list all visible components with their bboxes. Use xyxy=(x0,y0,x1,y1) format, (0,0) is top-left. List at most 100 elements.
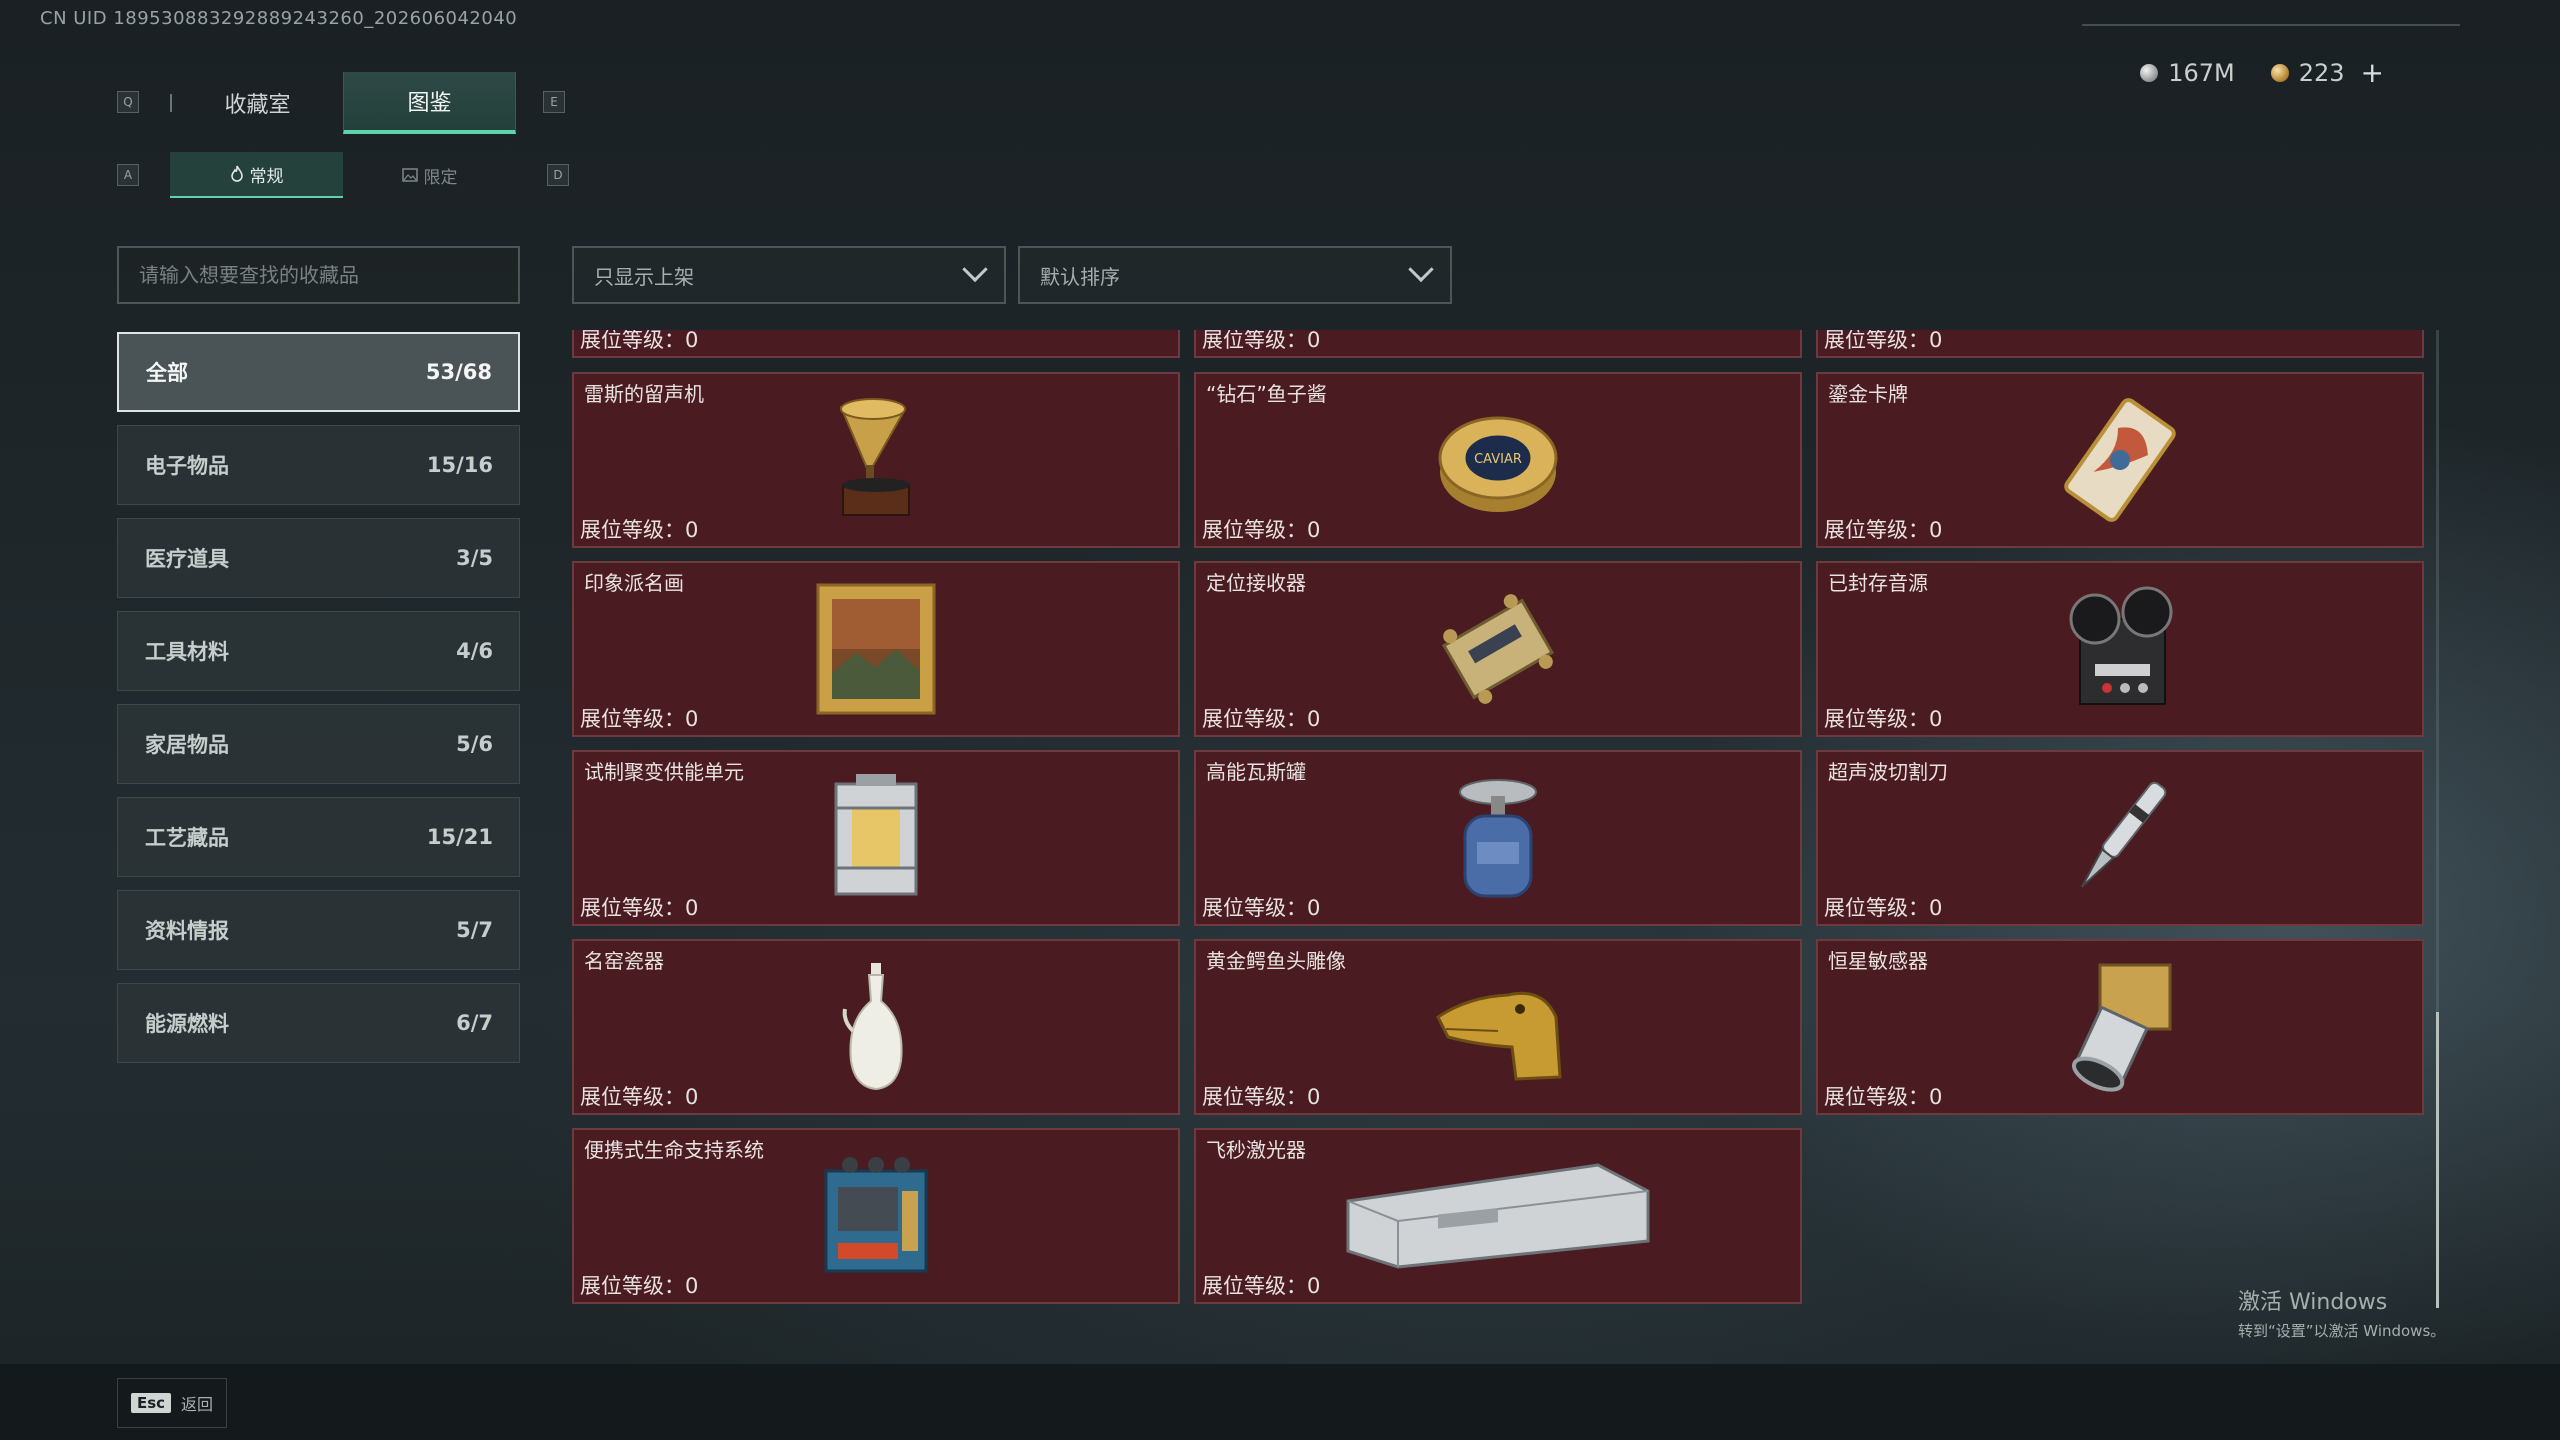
esc-key-icon: Esc xyxy=(130,1393,172,1413)
category-household[interactable]: 家居物品 5/6 xyxy=(117,704,520,784)
item-card-reel-recorder[interactable]: 已封存音源 展位等级：0 xyxy=(1816,561,2424,737)
reel-to-reel-recorder-icon xyxy=(2069,586,2173,705)
subtab-limited-label: 限定 xyxy=(423,167,458,188)
watermark-subtitle: 转到“设置”以激活 Windows。 xyxy=(2238,1322,2446,1340)
item-card-ultrasonic-cutter[interactable]: 超声波切割刀 展位等级：0 xyxy=(1816,750,2424,926)
chevron-down-icon xyxy=(1408,256,1434,283)
footer-bar xyxy=(0,1364,2560,1440)
porcelain-vase-icon xyxy=(842,963,903,1091)
item-card-gas-canister[interactable]: 高能瓦斯罐 展位等级：0 xyxy=(1194,750,1802,926)
item-level: 展位等级：0 xyxy=(1202,1274,1321,1298)
hotkey-prev-tab: Q xyxy=(117,91,139,113)
category-count: 3/5 xyxy=(456,546,493,570)
category-count: 5/6 xyxy=(456,732,493,756)
item-level: 展位等级：0 xyxy=(1824,518,1943,542)
category-count: 6/7 xyxy=(456,1011,493,1035)
silver-coin-icon xyxy=(2140,63,2159,82)
category-label: 能源燃料 xyxy=(145,1012,229,1036)
category-tools[interactable]: 工具材料 4/6 xyxy=(117,611,520,691)
category-label: 资料情报 xyxy=(145,919,229,943)
item-name: 黄金鳄鱼头雕像 xyxy=(1206,949,1346,973)
item-card-painting[interactable]: 印象派名画 展位等级：0 xyxy=(572,561,1180,737)
item-name: 高能瓦斯罐 xyxy=(1206,760,1306,784)
item-card-femtosecond-laser[interactable]: 飞秒激光器 展位等级：0 xyxy=(1194,1128,1802,1304)
item-level: 展位等级：0 xyxy=(1202,1085,1321,1109)
currency-silver-value: 167M xyxy=(2168,58,2235,87)
item-name: 飞秒激光器 xyxy=(1206,1138,1306,1162)
tab-catalog[interactable]: 图鉴 xyxy=(343,72,516,134)
item-card-gilded-card[interactable]: 鎏金卡牌 展位等级：0 xyxy=(1816,372,2424,548)
category-intel[interactable]: 资料情报 5/7 xyxy=(117,890,520,970)
category-medical[interactable]: 医疗道具 3/5 xyxy=(117,518,520,598)
item-card-gps-receiver[interactable]: 定位接收器 展位等级：0 xyxy=(1194,561,1802,737)
item-level: 展位等级：0 xyxy=(1202,896,1321,920)
category-label: 工具材料 xyxy=(145,640,229,664)
decorative-line xyxy=(2082,24,2460,26)
item-name: “钻石”鱼子酱 xyxy=(1206,382,1327,406)
item-level: 展位等级：0 xyxy=(580,1085,699,1109)
gold-crocodile-head-icon xyxy=(1436,991,1562,1081)
item-card-life-support[interactable]: 便携式生命支持系统 展位等级：0 xyxy=(572,1128,1180,1304)
caviar-tin-icon: CAVIAR xyxy=(1438,416,1558,512)
item-card-caviar[interactable]: “钻石”鱼子酱 CAVIAR 展位等级：0 xyxy=(1194,372,1802,548)
category-electronics[interactable]: 电子物品 15/16 xyxy=(117,425,520,505)
hotkey-next-subtab: D xyxy=(547,164,569,186)
item-name: 恒星敏感器 xyxy=(1828,949,1928,973)
item-level: 展位等级：0 xyxy=(1202,707,1321,731)
item-card-porcelain[interactable]: 名窑瓷器 展位等级：0 xyxy=(572,939,1180,1115)
item-card-fusion-cell[interactable]: 试制聚变供能单元 展位等级：0 xyxy=(572,750,1180,926)
item-level: 展位等级：0 xyxy=(1202,518,1321,542)
item-grid: 展位等级：0 展位等级：0 展位等级：0 雷斯的留声机 展位等级：0 “钻石”鱼… xyxy=(572,330,2428,1305)
item-card-gramophone[interactable]: 雷斯的留声机 展位等级：0 xyxy=(572,372,1180,548)
tab-collection-room[interactable]: 收藏室 xyxy=(172,72,343,134)
windows-activation-watermark: 激活 Windows 转到“设置”以激活 Windows。 xyxy=(2238,1284,2445,1341)
item-level: 展位等级：0 xyxy=(1824,707,1943,731)
subtab-regular[interactable]: 常规 xyxy=(170,152,343,198)
sort-dropdown[interactable]: 默认排序 xyxy=(1018,246,1452,304)
item-level: 展位等级：0 xyxy=(580,518,699,542)
search-input[interactable] xyxy=(117,246,520,304)
item-level: 展位等级：0 xyxy=(580,707,699,731)
item-level: 展位等级：0 xyxy=(580,896,699,920)
category-crafts[interactable]: 工艺藏品 15/21 xyxy=(117,797,520,877)
item-card-gold-crocodile[interactable]: 黄金鳄鱼头雕像 展位等级：0 xyxy=(1194,939,1802,1115)
watermark-title: 激活 Windows xyxy=(2238,1290,2388,1315)
back-label: 返回 xyxy=(181,1395,214,1414)
item-card-star-sensor[interactable]: 恒星敏感器 展位等级：0 xyxy=(1816,939,2424,1115)
category-label: 工艺藏品 xyxy=(145,826,229,850)
gramophone-icon xyxy=(839,398,910,516)
category-energy[interactable]: 能源燃料 6/7 xyxy=(117,983,520,1063)
item-card-partial[interactable]: 展位等级：0 xyxy=(572,330,1180,358)
subtab-limited[interactable]: 限定 xyxy=(343,152,516,198)
category-label: 电子物品 xyxy=(145,454,229,478)
item-name: 便携式生命支持系统 xyxy=(584,1138,764,1162)
currency-bar: 167M 223 + xyxy=(2140,56,2384,89)
currency-silver: 167M xyxy=(2140,59,2235,87)
item-card-partial[interactable]: 展位等级：0 xyxy=(1816,330,2424,358)
gas-canister-icon xyxy=(1459,779,1537,898)
femtosecond-laser-icon xyxy=(1346,1163,1650,1269)
item-card-partial[interactable]: 展位等级：0 xyxy=(1194,330,1802,358)
scrollbar-thumb[interactable] xyxy=(2436,1012,2439,1308)
shelf-filter-dropdown[interactable]: 只显示上架 xyxy=(572,246,1006,304)
item-level: 展位等级：0 xyxy=(1824,330,1943,352)
image-icon xyxy=(401,168,418,182)
sub-tabs: 常规 限定 xyxy=(170,152,516,198)
category-label: 家居物品 xyxy=(145,733,229,757)
item-name: 试制聚变供能单元 xyxy=(584,760,744,784)
category-count: 4/6 xyxy=(456,639,493,663)
category-all[interactable]: 全部 53/68 xyxy=(117,332,520,412)
item-level: 展位等级：0 xyxy=(1202,330,1321,352)
currency-gold: 223 + xyxy=(2270,56,2384,89)
category-count: 53/68 xyxy=(425,360,492,384)
gps-receiver-icon xyxy=(1441,594,1555,704)
item-level: 展位等级：0 xyxy=(1824,1085,1943,1109)
gilded-card-icon xyxy=(2064,398,2176,522)
chevron-down-icon xyxy=(962,256,988,283)
item-level: 展位等级：0 xyxy=(580,330,699,352)
item-level: 展位等级：0 xyxy=(580,1274,699,1298)
shelf-filter-value: 只显示上架 xyxy=(594,264,694,289)
framed-painting-icon xyxy=(816,583,936,715)
back-button[interactable]: Esc 返回 xyxy=(117,1378,227,1428)
add-currency-button[interactable]: + xyxy=(2361,56,2384,89)
